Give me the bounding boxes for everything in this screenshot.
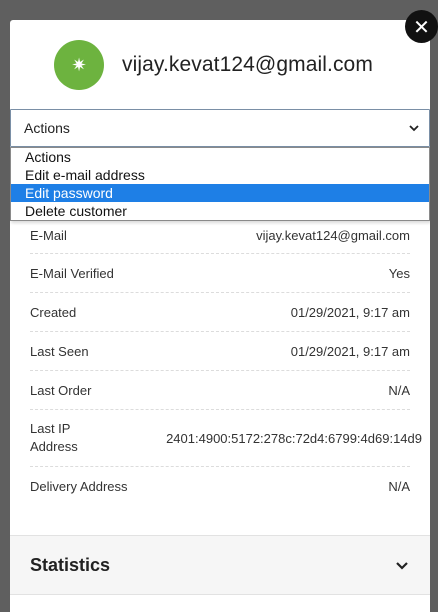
detail-row-email: E-Mail vijay.kevat124@gmail.com xyxy=(30,216,410,253)
avatar: ✷ xyxy=(54,40,104,90)
detail-row-email-verified: E-Mail Verified Yes xyxy=(30,253,410,292)
detail-label: Delivery Address xyxy=(30,478,128,494)
customer-details: E-Mail vijay.kevat124@gmail.com E-Mail V… xyxy=(30,216,422,505)
close-icon: ✕ xyxy=(413,14,430,39)
detail-row-last-order: Last Order N/A xyxy=(30,370,410,409)
detail-row-last-ip: Last IP Address 2401:4900:5172:278c:72d4… xyxy=(30,409,422,466)
customer-email-title: vijay.kevat124@gmail.com xyxy=(122,53,373,76)
detail-value: 01/29/2021, 9:17 am xyxy=(290,343,410,359)
detail-label: Last Order xyxy=(30,382,92,398)
detail-value: 2401:4900:5172:278c:72d4:6799:4d69:14d9 xyxy=(166,431,422,446)
statistics-section-toggle[interactable]: Statistics xyxy=(10,535,430,595)
customer-modal: ✷ vijay.kevat124@gmail.com Actions Actio… xyxy=(10,20,430,612)
detail-label: Last Seen xyxy=(30,343,89,359)
detail-label: Created xyxy=(30,304,77,320)
sparkle-icon: ✷ xyxy=(71,54,87,75)
detail-label: E-Mail xyxy=(30,227,67,243)
actions-select-value: Actions xyxy=(24,120,70,136)
dropdown-option-delete-customer[interactable]: Delete customer xyxy=(11,202,429,220)
chevron-down-icon xyxy=(396,562,408,570)
actions-select[interactable]: Actions xyxy=(10,109,430,147)
close-button[interactable]: ✕ xyxy=(405,10,438,43)
detail-row-created: Created 01/29/2021, 9:17 am xyxy=(30,292,410,331)
chevron-down-icon xyxy=(409,125,419,132)
dropdown-option-edit-password[interactable]: Edit password xyxy=(11,184,429,202)
dropdown-option-actions[interactable]: Actions xyxy=(11,148,429,166)
statistics-title: Statistics xyxy=(30,554,111,575)
detail-value: 01/29/2021, 9:17 am xyxy=(290,304,410,320)
dropdown-option-edit-email[interactable]: Edit e-mail address xyxy=(11,166,429,184)
detail-value: Yes xyxy=(388,265,410,281)
detail-value: N/A xyxy=(388,478,410,494)
detail-label: E-Mail Verified xyxy=(30,265,114,281)
detail-value: N/A xyxy=(388,382,410,398)
detail-label: Last IP Address xyxy=(30,421,78,454)
actions-dropdown: Actions Edit e-mail address Edit passwor… xyxy=(10,147,430,221)
detail-row-delivery-address: Delivery Address N/A xyxy=(30,466,410,505)
modal-header: ✷ vijay.kevat124@gmail.com xyxy=(10,20,430,108)
detail-value: vijay.kevat124@gmail.com xyxy=(256,227,410,243)
detail-row-last-seen: Last Seen 01/29/2021, 9:17 am xyxy=(30,331,410,370)
